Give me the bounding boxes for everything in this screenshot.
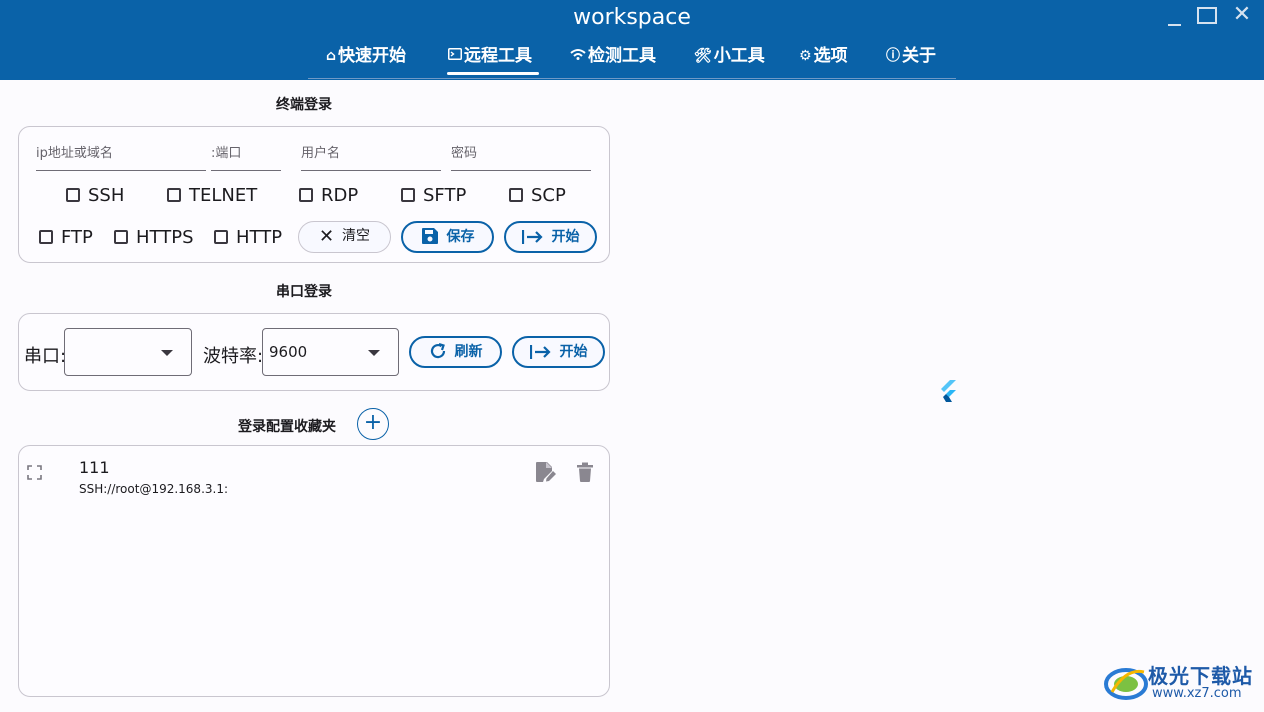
dropdown-arrow-icon bbox=[161, 350, 173, 356]
delete-icon[interactable] bbox=[576, 462, 594, 482]
checkbox-https[interactable]: HTTPS bbox=[114, 227, 194, 249]
baud-rate-select[interactable]: 9600 bbox=[262, 328, 399, 376]
checkbox-icon[interactable] bbox=[39, 230, 53, 244]
wifi-icon bbox=[570, 43, 586, 69]
serial-login-panel: 串口: 波特率: 9600 刷新 开始 bbox=[18, 313, 610, 391]
checkbox-sftp[interactable]: SFTP bbox=[401, 185, 466, 207]
fullscreen-icon[interactable] bbox=[27, 465, 42, 480]
baud-rate-label: 波特率: bbox=[203, 346, 264, 367]
checkbox-icon[interactable] bbox=[401, 188, 415, 202]
active-tab-indicator bbox=[447, 72, 539, 75]
serial-port-label: 串口: bbox=[24, 346, 67, 367]
tab-label: 关于 bbox=[902, 46, 936, 66]
checkbox-label: HTTP bbox=[236, 227, 283, 248]
checkbox-scp[interactable]: SCP bbox=[509, 185, 566, 207]
password-field[interactable] bbox=[451, 144, 591, 171]
edit-file-icon[interactable] bbox=[535, 461, 557, 483]
maximize-icon[interactable] bbox=[1197, 7, 1217, 24]
tab-divider bbox=[308, 78, 956, 79]
add-favorite-button[interactable]: + bbox=[357, 408, 389, 440]
checkbox-ftp[interactable]: FTP bbox=[39, 227, 93, 249]
terminal-start-button[interactable]: 开始 bbox=[504, 221, 597, 253]
top-bar: workspace ✕ ⌂ 快速开始 远程工具 检测工具 🛠 小工具 ⚙ 选项 ⓘ 关于 bbox=[0, 0, 1264, 80]
tab-detection-tools[interactable]: 检测工具 bbox=[570, 43, 656, 71]
tab-quick-start[interactable]: ⌂ 快速开始 bbox=[326, 43, 406, 71]
checkbox-label: RDP bbox=[321, 185, 359, 206]
tools-icon: 🛠 bbox=[694, 48, 712, 64]
flutter-logo-icon bbox=[941, 380, 956, 402]
watermark: 极光下载站 www.xz7.com bbox=[1104, 660, 1260, 706]
save-icon bbox=[421, 228, 438, 244]
checkbox-label: FTP bbox=[61, 227, 93, 248]
tab-label: 小工具 bbox=[713, 46, 765, 66]
serial-login-title: 串口登录 bbox=[276, 284, 332, 300]
favorite-name[interactable]: 111 bbox=[79, 458, 110, 477]
favorite-detail: SSH://root@192.168.3.1: bbox=[79, 482, 229, 496]
serial-port-select[interactable] bbox=[64, 328, 192, 376]
refresh-button[interactable]: 刷新 bbox=[409, 336, 502, 368]
refresh-label: 刷新 bbox=[454, 344, 483, 360]
checkbox-icon[interactable] bbox=[509, 188, 523, 202]
port-input[interactable] bbox=[211, 144, 281, 163]
tab-label: 远程工具 bbox=[464, 46, 532, 66]
clear-button[interactable]: ✕ 清空 bbox=[298, 221, 391, 253]
checkbox-ssh[interactable]: SSH bbox=[66, 185, 124, 207]
terminal-icon bbox=[448, 43, 462, 69]
baud-rate-value: 9600 bbox=[269, 343, 308, 361]
login-arrow-icon bbox=[529, 345, 551, 359]
checkbox-icon[interactable] bbox=[167, 188, 181, 202]
start-label: 开始 bbox=[551, 229, 580, 245]
username-input[interactable] bbox=[301, 144, 441, 163]
dropdown-arrow-icon bbox=[368, 350, 380, 356]
host-field[interactable] bbox=[36, 144, 206, 171]
checkbox-label: SSH bbox=[88, 185, 125, 206]
window-title: workspace bbox=[573, 5, 691, 30]
home-icon: ⌂ bbox=[326, 48, 337, 64]
tab-small-tools[interactable]: 🛠 小工具 bbox=[694, 43, 765, 71]
terminal-login-title: 终端登录 bbox=[276, 97, 332, 113]
serial-start-button[interactable]: 开始 bbox=[512, 336, 605, 368]
checkbox-http[interactable]: HTTP bbox=[214, 227, 282, 249]
start-label: 开始 bbox=[559, 344, 588, 360]
login-arrow-icon bbox=[521, 230, 543, 244]
checkbox-label: SCP bbox=[531, 185, 566, 206]
minimize-icon[interactable] bbox=[1166, 6, 1182, 26]
tab-remote-tools[interactable]: 远程工具 bbox=[448, 43, 532, 71]
checkbox-icon[interactable] bbox=[114, 230, 128, 244]
checkbox-label: HTTPS bbox=[136, 227, 194, 248]
host-input[interactable] bbox=[36, 144, 206, 163]
checkbox-label: SFTP bbox=[423, 185, 467, 206]
checkbox-telnet[interactable]: TELNET bbox=[167, 185, 257, 207]
refresh-icon bbox=[430, 342, 445, 359]
close-icon: ✕ bbox=[318, 226, 335, 247]
save-label: 保存 bbox=[446, 229, 475, 245]
favorites-title: 登录配置收藏夹 bbox=[238, 419, 336, 435]
checkbox-rdp[interactable]: RDP bbox=[299, 185, 358, 207]
tab-about[interactable]: ⓘ 关于 bbox=[886, 43, 936, 71]
checkbox-icon[interactable] bbox=[299, 188, 313, 202]
tab-options[interactable]: ⚙ 选项 bbox=[799, 43, 848, 71]
tab-label: 选项 bbox=[813, 46, 848, 66]
clear-label: 清空 bbox=[342, 228, 371, 244]
close-icon[interactable]: ✕ bbox=[1232, 3, 1252, 27]
watermark-text: 极光下载站 bbox=[1148, 664, 1253, 688]
port-field[interactable] bbox=[211, 144, 281, 171]
checkbox-label: TELNET bbox=[189, 185, 258, 206]
save-button[interactable]: 保存 bbox=[401, 221, 494, 253]
info-icon: ⓘ bbox=[886, 48, 900, 64]
tab-label: 快速开始 bbox=[338, 46, 407, 66]
watermark-url: www.xz7.com bbox=[1152, 686, 1242, 701]
tab-label: 检测工具 bbox=[588, 46, 656, 66]
checkbox-icon[interactable] bbox=[66, 188, 80, 202]
watermark-logo-icon bbox=[1104, 668, 1148, 700]
password-input[interactable] bbox=[451, 144, 591, 163]
gear-icon: ⚙ bbox=[799, 48, 812, 64]
terminal-login-panel: SSH TELNET RDP SFTP SCP FTP HTTPS HTTP ✕… bbox=[18, 126, 610, 263]
checkbox-icon[interactable] bbox=[214, 230, 228, 244]
plus-icon: + bbox=[363, 410, 383, 435]
username-field[interactable] bbox=[301, 144, 441, 171]
